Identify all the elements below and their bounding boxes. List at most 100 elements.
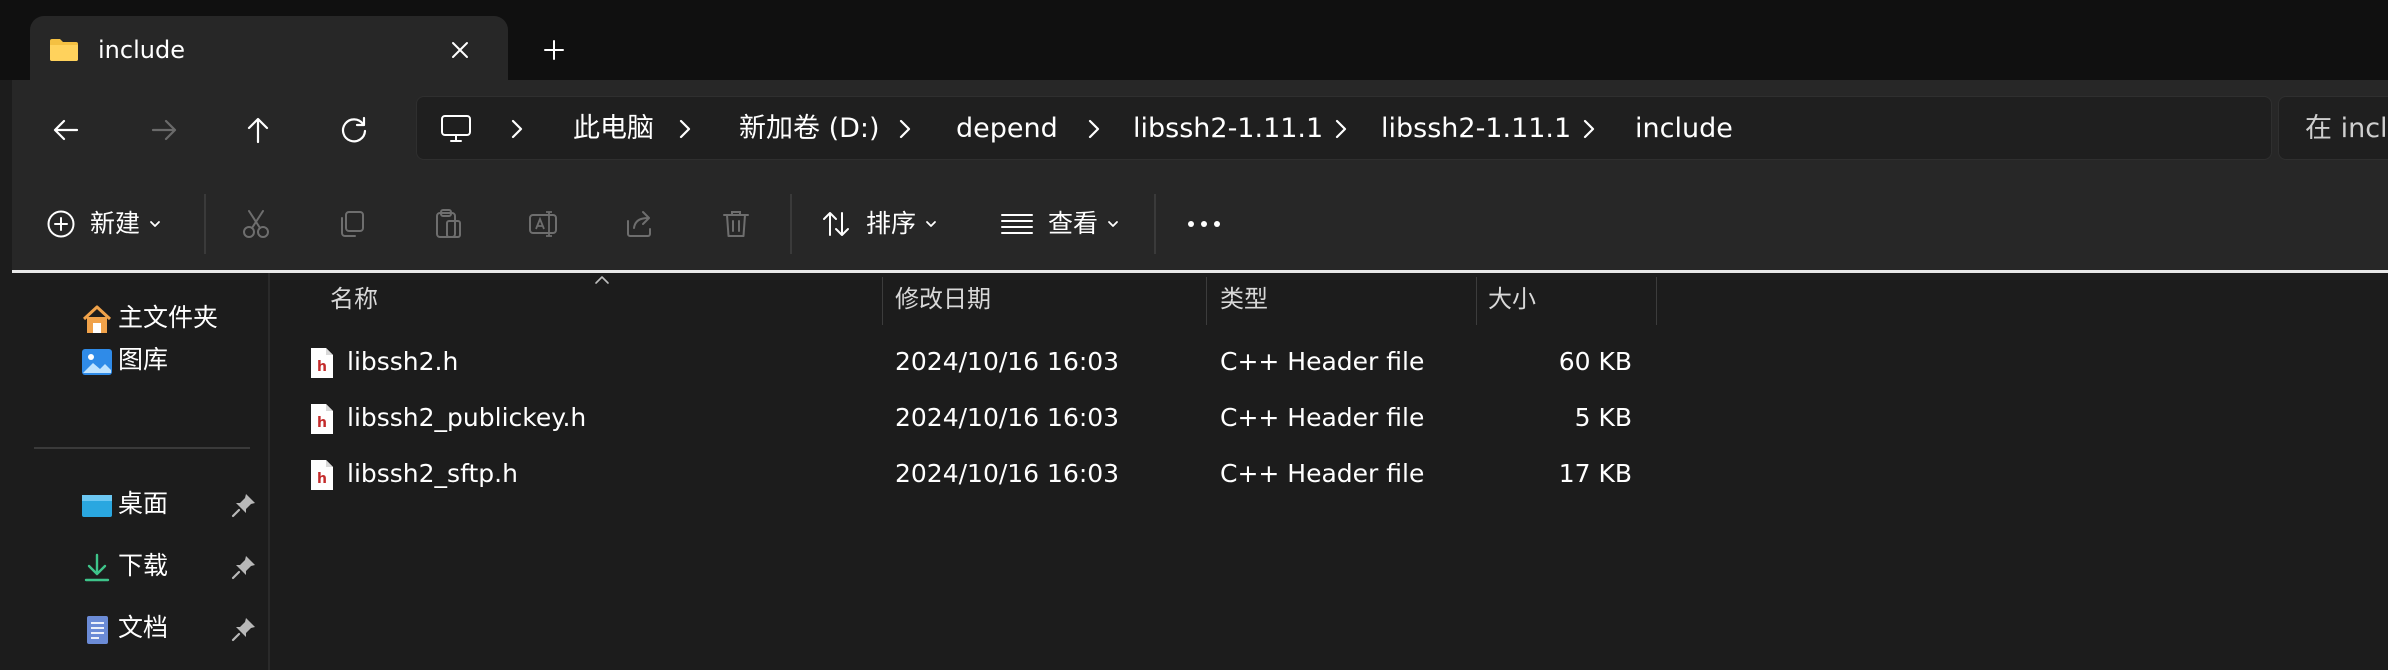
pin-icon[interactable] <box>230 615 258 643</box>
view-button-label: 查看 <box>1048 209 1099 238</box>
share-icon <box>627 211 651 237</box>
command-bar: 新建 排序 查看 <box>12 176 2388 272</box>
file-modified: 2024/10/16 16:03 <box>895 403 1120 432</box>
toolbar-divider <box>790 194 792 254</box>
chevron-right-icon[interactable] <box>1579 117 1599 141</box>
share-button[interactable] <box>614 198 666 250</box>
scissors-icon <box>243 210 269 238</box>
column-separator[interactable] <box>882 277 883 325</box>
breadcrumb-item-drive-d[interactable]: 新加卷 (D:) <box>739 111 880 147</box>
sort-button-label: 排序 <box>866 209 917 238</box>
download-icon <box>84 553 110 582</box>
file-type: C++ Header file <box>1220 347 1425 376</box>
toolbar-divider <box>1154 194 1156 254</box>
svg-text:h: h <box>317 359 327 375</box>
more-icon <box>1188 221 1220 227</box>
arrow-left-icon <box>53 119 79 141</box>
file-type: C++ Header file <box>1220 459 1425 488</box>
folder-icon <box>50 39 78 61</box>
chevron-right-icon[interactable] <box>1331 117 1351 141</box>
nav-item-documents[interactable]: 文档 <box>32 601 268 657</box>
nav-item-label: 下载 <box>118 551 169 580</box>
list-view-icon <box>1001 214 1033 234</box>
breadcrumb-item-depend[interactable]: depend <box>956 111 1058 147</box>
column-header-name[interactable]: 名称 <box>330 273 378 325</box>
file-name: libssh2.h <box>347 347 459 376</box>
nav-divider <box>34 447 250 449</box>
refresh-button[interactable] <box>326 102 382 158</box>
breadcrumb-item-libssh2-outer[interactable]: libssh2-1.11.1 <box>1133 111 1323 147</box>
column-separator[interactable] <box>1206 277 1207 325</box>
nav-item-gallery[interactable]: 图库 <box>32 333 268 389</box>
svg-text:h: h <box>317 415 327 431</box>
nav-item-label: 桌面 <box>118 489 169 518</box>
file-modified: 2024/10/16 16:03 <box>895 347 1120 376</box>
new-button-label: 新建 <box>90 209 141 238</box>
pin-icon[interactable] <box>230 553 258 581</box>
search-placeholder: 在 incl <box>2305 113 2388 144</box>
arrow-up-icon <box>247 117 269 144</box>
breadcrumb-item-include[interactable]: include <box>1635 111 1733 147</box>
back-button[interactable] <box>38 102 94 158</box>
navigation-pane: 主文件夹 图库 桌面 下载 文档 <box>32 273 268 670</box>
view-button[interactable]: 查看 <box>1000 198 1120 250</box>
title-bar: include <box>0 0 2388 84</box>
column-header-size[interactable]: 大小 <box>1488 273 1536 325</box>
nav-item-label: 文档 <box>118 613 169 642</box>
computer-icon <box>441 115 471 142</box>
close-icon <box>452 42 468 58</box>
breadcrumb-item-libssh2-inner[interactable]: libssh2-1.11.1 <box>1381 111 1571 147</box>
chevron-right-icon[interactable] <box>895 117 915 141</box>
clipboard-icon <box>436 209 461 238</box>
nav-item-downloads[interactable]: 下载 <box>32 539 268 595</box>
chevron-right-icon[interactable] <box>1084 117 1104 141</box>
breadcrumb-item-this-pc[interactable]: 此电脑 <box>573 111 654 147</box>
delete-button[interactable] <box>710 198 762 250</box>
search-input[interactable]: 在 incl <box>2278 96 2388 160</box>
pin-icon[interactable] <box>230 491 258 519</box>
file-row[interactable]: h libssh2_sftp.h 2024/10/16 16:03 C++ He… <box>270 447 1670 503</box>
add-circle-icon <box>47 210 75 238</box>
chevron-down-icon <box>150 221 160 227</box>
cpp-header-file-icon: h <box>311 460 333 490</box>
file-size: 60 KB <box>1558 347 1632 376</box>
file-row[interactable]: h libssh2_publickey.h 2024/10/16 16:03 C… <box>270 391 1670 447</box>
more-options-button[interactable] <box>1178 198 1230 250</box>
gallery-icon <box>82 349 112 375</box>
paste-button[interactable] <box>422 198 474 250</box>
chevron-right-icon[interactable] <box>507 117 527 141</box>
svg-text:h: h <box>317 471 327 487</box>
rename-button[interactable] <box>518 198 570 250</box>
cpp-header-file-icon: h <box>311 404 333 434</box>
file-row[interactable]: h libssh2.h 2024/10/16 16:03 C++ Header … <box>270 335 1670 391</box>
cut-button[interactable] <box>230 198 282 250</box>
copy-icon <box>341 211 364 237</box>
file-type: C++ Header file <box>1220 403 1425 432</box>
column-separator[interactable] <box>1476 277 1477 325</box>
sort-ascending-icon <box>595 276 609 284</box>
up-button[interactable] <box>230 102 286 158</box>
forward-button[interactable] <box>136 102 192 158</box>
copy-button[interactable] <box>326 198 378 250</box>
column-separator[interactable] <box>1656 277 1657 325</box>
breadcrumb[interactable]: 此电脑 新加卷 (D:) depend libssh2-1.11.1 libss… <box>416 96 2272 160</box>
new-button[interactable]: 新建 <box>46 198 162 250</box>
trash-icon <box>723 211 749 237</box>
nav-item-desktop[interactable]: 桌面 <box>32 477 268 533</box>
column-header-modified[interactable]: 修改日期 <box>895 273 991 325</box>
desktop-icon <box>82 495 112 517</box>
address-row: 此电脑 新加卷 (D:) depend libssh2-1.11.1 libss… <box>12 80 2388 176</box>
chevron-down-icon <box>1108 221 1118 227</box>
plus-icon <box>544 40 564 60</box>
column-header-type[interactable]: 类型 <box>1220 273 1268 325</box>
close-tab-button[interactable] <box>440 30 480 70</box>
file-modified: 2024/10/16 16:03 <box>895 459 1120 488</box>
sort-icon <box>823 212 849 236</box>
new-tab-button[interactable] <box>532 28 576 72</box>
sort-button[interactable]: 排序 <box>820 198 938 250</box>
home-icon <box>82 305 112 333</box>
tab-include[interactable]: include <box>30 16 508 84</box>
toolbar-divider <box>204 194 206 254</box>
chevron-right-icon[interactable] <box>675 117 695 141</box>
tab-title: include <box>98 36 185 64</box>
